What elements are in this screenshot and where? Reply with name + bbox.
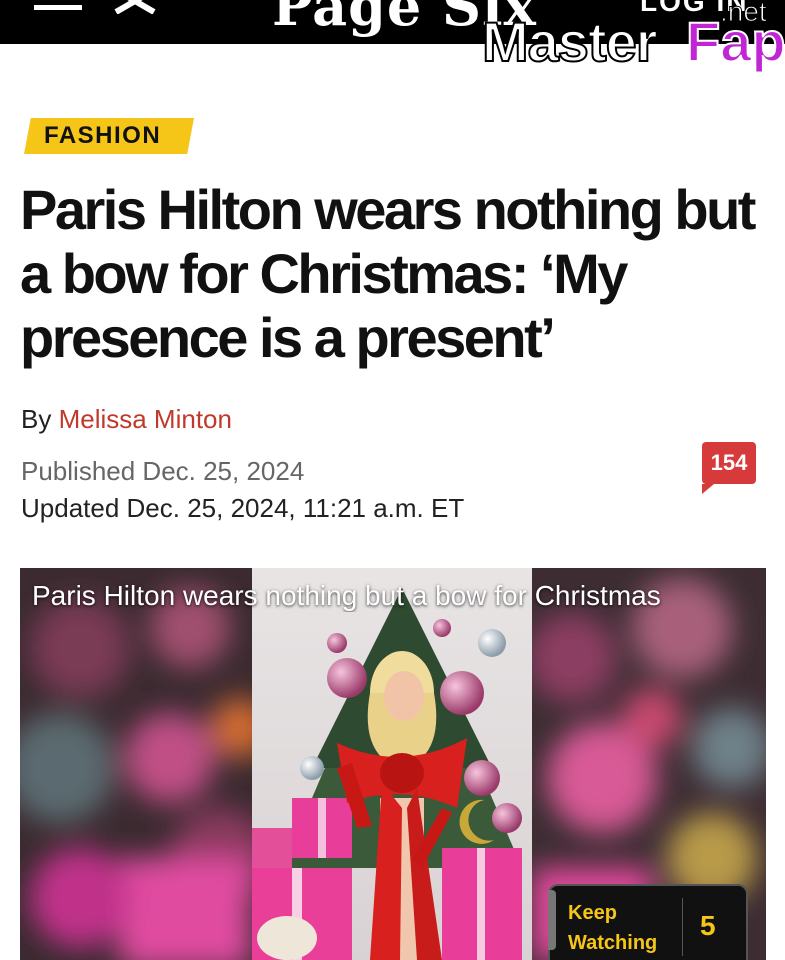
- byline-prefix: By: [21, 404, 52, 434]
- close-x-icon[interactable]: [110, 0, 168, 14]
- keep-watching-label: Keep Watching: [568, 902, 658, 954]
- video-thumbnail-image: [252, 568, 532, 960]
- keep-watching-count: 5: [700, 910, 716, 941]
- watermark-text-master: Master: [481, 10, 659, 73]
- comment-count: 154: [710, 450, 748, 475]
- category-tag-label: FASHION: [44, 122, 162, 149]
- hamburger-menu-icon[interactable]: [34, 0, 84, 14]
- category-tag[interactable]: FASHION: [24, 118, 194, 154]
- updated-date: Updated Dec. 25, 2024, 11:21 a.m. ET: [21, 493, 465, 523]
- byline: By Melissa Minton: [21, 404, 232, 435]
- published-date: Published Dec. 25, 2024: [21, 456, 305, 486]
- watermark: Master Fap .net: [481, 0, 785, 80]
- author-link[interactable]: Melissa Minton: [59, 404, 232, 434]
- keep-watching-drag-handle[interactable]: [548, 890, 556, 950]
- video-title[interactable]: Paris Hilton wears nothing but a bow for…: [32, 580, 766, 612]
- keep-watching-widget[interactable]: Keep Watching 5: [548, 884, 748, 960]
- watermark-text-net: .net: [720, 0, 768, 27]
- video-blurred-left-panel: [20, 568, 252, 960]
- article-headline: Paris Hilton wears nothing but a bow for…: [20, 178, 756, 369]
- keep-watching-divider: [682, 898, 683, 956]
- comment-count-badge[interactable]: 154: [702, 442, 756, 494]
